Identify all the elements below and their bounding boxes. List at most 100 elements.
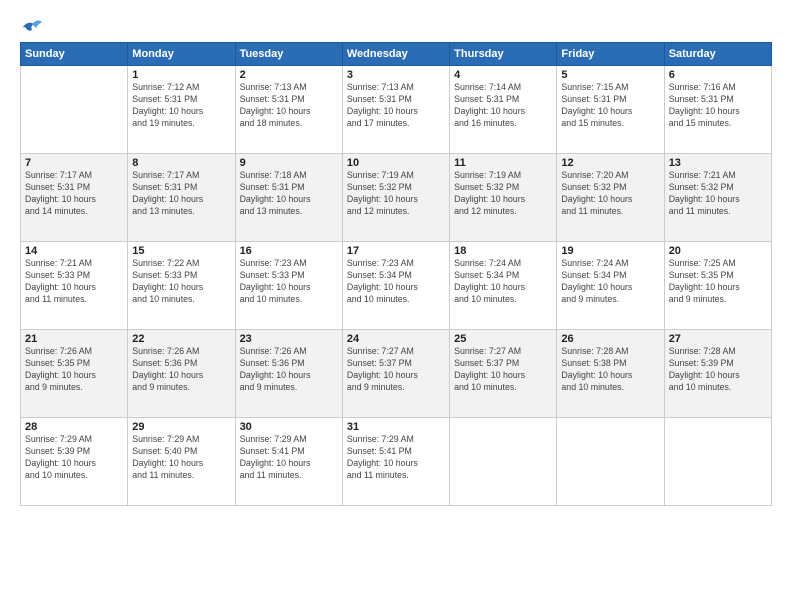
day-number: 24 [347, 333, 445, 345]
day-number: 14 [25, 245, 123, 257]
day-number: 29 [132, 421, 230, 433]
day-info: Sunrise: 7:28 AM Sunset: 5:39 PM Dayligh… [669, 346, 767, 394]
header [20, 18, 772, 32]
day-info: Sunrise: 7:14 AM Sunset: 5:31 PM Dayligh… [454, 82, 552, 130]
calendar-cell: 7Sunrise: 7:17 AM Sunset: 5:31 PM Daylig… [21, 154, 128, 242]
day-info: Sunrise: 7:21 AM Sunset: 5:32 PM Dayligh… [669, 170, 767, 218]
day-number: 30 [240, 421, 338, 433]
calendar-week-4: 21Sunrise: 7:26 AM Sunset: 5:35 PM Dayli… [21, 330, 772, 418]
calendar-cell: 9Sunrise: 7:18 AM Sunset: 5:31 PM Daylig… [235, 154, 342, 242]
day-number: 19 [561, 245, 659, 257]
day-info: Sunrise: 7:26 AM Sunset: 5:35 PM Dayligh… [25, 346, 123, 394]
day-info: Sunrise: 7:25 AM Sunset: 5:35 PM Dayligh… [669, 258, 767, 306]
calendar-week-5: 28Sunrise: 7:29 AM Sunset: 5:39 PM Dayli… [21, 418, 772, 506]
day-number: 7 [25, 157, 123, 169]
day-number: 6 [669, 69, 767, 81]
day-info: Sunrise: 7:17 AM Sunset: 5:31 PM Dayligh… [132, 170, 230, 218]
calendar-cell: 23Sunrise: 7:26 AM Sunset: 5:36 PM Dayli… [235, 330, 342, 418]
day-number: 10 [347, 157, 445, 169]
calendar-cell: 20Sunrise: 7:25 AM Sunset: 5:35 PM Dayli… [664, 242, 771, 330]
day-header-thursday: Thursday [450, 43, 557, 66]
logo [20, 18, 42, 32]
day-header-saturday: Saturday [664, 43, 771, 66]
calendar-cell [21, 66, 128, 154]
calendar-cell: 14Sunrise: 7:21 AM Sunset: 5:33 PM Dayli… [21, 242, 128, 330]
calendar-week-1: 1Sunrise: 7:12 AM Sunset: 5:31 PM Daylig… [21, 66, 772, 154]
day-number: 5 [561, 69, 659, 81]
day-number: 13 [669, 157, 767, 169]
day-info: Sunrise: 7:17 AM Sunset: 5:31 PM Dayligh… [25, 170, 123, 218]
day-number: 21 [25, 333, 123, 345]
day-info: Sunrise: 7:13 AM Sunset: 5:31 PM Dayligh… [347, 82, 445, 130]
calendar-cell: 19Sunrise: 7:24 AM Sunset: 5:34 PM Dayli… [557, 242, 664, 330]
calendar-cell [664, 418, 771, 506]
day-info: Sunrise: 7:28 AM Sunset: 5:38 PM Dayligh… [561, 346, 659, 394]
day-info: Sunrise: 7:23 AM Sunset: 5:34 PM Dayligh… [347, 258, 445, 306]
day-number: 8 [132, 157, 230, 169]
day-number: 16 [240, 245, 338, 257]
calendar-cell: 22Sunrise: 7:26 AM Sunset: 5:36 PM Dayli… [128, 330, 235, 418]
calendar-cell: 12Sunrise: 7:20 AM Sunset: 5:32 PM Dayli… [557, 154, 664, 242]
day-info: Sunrise: 7:26 AM Sunset: 5:36 PM Dayligh… [240, 346, 338, 394]
day-number: 22 [132, 333, 230, 345]
day-info: Sunrise: 7:27 AM Sunset: 5:37 PM Dayligh… [347, 346, 445, 394]
day-info: Sunrise: 7:29 AM Sunset: 5:39 PM Dayligh… [25, 434, 123, 482]
calendar-cell: 31Sunrise: 7:29 AM Sunset: 5:41 PM Dayli… [342, 418, 449, 506]
calendar-cell: 16Sunrise: 7:23 AM Sunset: 5:33 PM Dayli… [235, 242, 342, 330]
calendar-week-2: 7Sunrise: 7:17 AM Sunset: 5:31 PM Daylig… [21, 154, 772, 242]
day-info: Sunrise: 7:13 AM Sunset: 5:31 PM Dayligh… [240, 82, 338, 130]
day-number: 15 [132, 245, 230, 257]
day-number: 20 [669, 245, 767, 257]
calendar-header-row: SundayMondayTuesdayWednesdayThursdayFrid… [21, 43, 772, 66]
day-number: 18 [454, 245, 552, 257]
calendar-cell: 25Sunrise: 7:27 AM Sunset: 5:37 PM Dayli… [450, 330, 557, 418]
day-info: Sunrise: 7:29 AM Sunset: 5:41 PM Dayligh… [347, 434, 445, 482]
day-number: 2 [240, 69, 338, 81]
day-info: Sunrise: 7:18 AM Sunset: 5:31 PM Dayligh… [240, 170, 338, 218]
calendar-cell: 5Sunrise: 7:15 AM Sunset: 5:31 PM Daylig… [557, 66, 664, 154]
calendar-cell: 8Sunrise: 7:17 AM Sunset: 5:31 PM Daylig… [128, 154, 235, 242]
day-info: Sunrise: 7:19 AM Sunset: 5:32 PM Dayligh… [454, 170, 552, 218]
day-number: 25 [454, 333, 552, 345]
day-info: Sunrise: 7:23 AM Sunset: 5:33 PM Dayligh… [240, 258, 338, 306]
day-number: 17 [347, 245, 445, 257]
day-info: Sunrise: 7:21 AM Sunset: 5:33 PM Dayligh… [25, 258, 123, 306]
calendar-cell: 1Sunrise: 7:12 AM Sunset: 5:31 PM Daylig… [128, 66, 235, 154]
calendar-cell: 24Sunrise: 7:27 AM Sunset: 5:37 PM Dayli… [342, 330, 449, 418]
calendar-cell: 27Sunrise: 7:28 AM Sunset: 5:39 PM Dayli… [664, 330, 771, 418]
calendar-cell [450, 418, 557, 506]
calendar-cell: 26Sunrise: 7:28 AM Sunset: 5:38 PM Dayli… [557, 330, 664, 418]
page: SundayMondayTuesdayWednesdayThursdayFrid… [0, 0, 792, 612]
day-header-monday: Monday [128, 43, 235, 66]
day-header-friday: Friday [557, 43, 664, 66]
day-header-tuesday: Tuesday [235, 43, 342, 66]
day-info: Sunrise: 7:29 AM Sunset: 5:41 PM Dayligh… [240, 434, 338, 482]
calendar-cell: 28Sunrise: 7:29 AM Sunset: 5:39 PM Dayli… [21, 418, 128, 506]
day-number: 1 [132, 69, 230, 81]
logo-bird-icon [20, 18, 42, 36]
day-info: Sunrise: 7:27 AM Sunset: 5:37 PM Dayligh… [454, 346, 552, 394]
day-number: 9 [240, 157, 338, 169]
day-number: 23 [240, 333, 338, 345]
calendar-cell: 29Sunrise: 7:29 AM Sunset: 5:40 PM Dayli… [128, 418, 235, 506]
day-number: 26 [561, 333, 659, 345]
day-number: 11 [454, 157, 552, 169]
day-info: Sunrise: 7:29 AM Sunset: 5:40 PM Dayligh… [132, 434, 230, 482]
calendar-cell [557, 418, 664, 506]
calendar-cell: 18Sunrise: 7:24 AM Sunset: 5:34 PM Dayli… [450, 242, 557, 330]
calendar-week-3: 14Sunrise: 7:21 AM Sunset: 5:33 PM Dayli… [21, 242, 772, 330]
calendar-cell: 3Sunrise: 7:13 AM Sunset: 5:31 PM Daylig… [342, 66, 449, 154]
calendar-table: SundayMondayTuesdayWednesdayThursdayFrid… [20, 42, 772, 506]
calendar-cell: 2Sunrise: 7:13 AM Sunset: 5:31 PM Daylig… [235, 66, 342, 154]
day-info: Sunrise: 7:24 AM Sunset: 5:34 PM Dayligh… [454, 258, 552, 306]
calendar-cell: 11Sunrise: 7:19 AM Sunset: 5:32 PM Dayli… [450, 154, 557, 242]
calendar-cell: 15Sunrise: 7:22 AM Sunset: 5:33 PM Dayli… [128, 242, 235, 330]
calendar-cell: 6Sunrise: 7:16 AM Sunset: 5:31 PM Daylig… [664, 66, 771, 154]
day-info: Sunrise: 7:16 AM Sunset: 5:31 PM Dayligh… [669, 82, 767, 130]
day-header-sunday: Sunday [21, 43, 128, 66]
day-info: Sunrise: 7:22 AM Sunset: 5:33 PM Dayligh… [132, 258, 230, 306]
day-info: Sunrise: 7:15 AM Sunset: 5:31 PM Dayligh… [561, 82, 659, 130]
day-number: 28 [25, 421, 123, 433]
day-info: Sunrise: 7:12 AM Sunset: 5:31 PM Dayligh… [132, 82, 230, 130]
day-info: Sunrise: 7:20 AM Sunset: 5:32 PM Dayligh… [561, 170, 659, 218]
